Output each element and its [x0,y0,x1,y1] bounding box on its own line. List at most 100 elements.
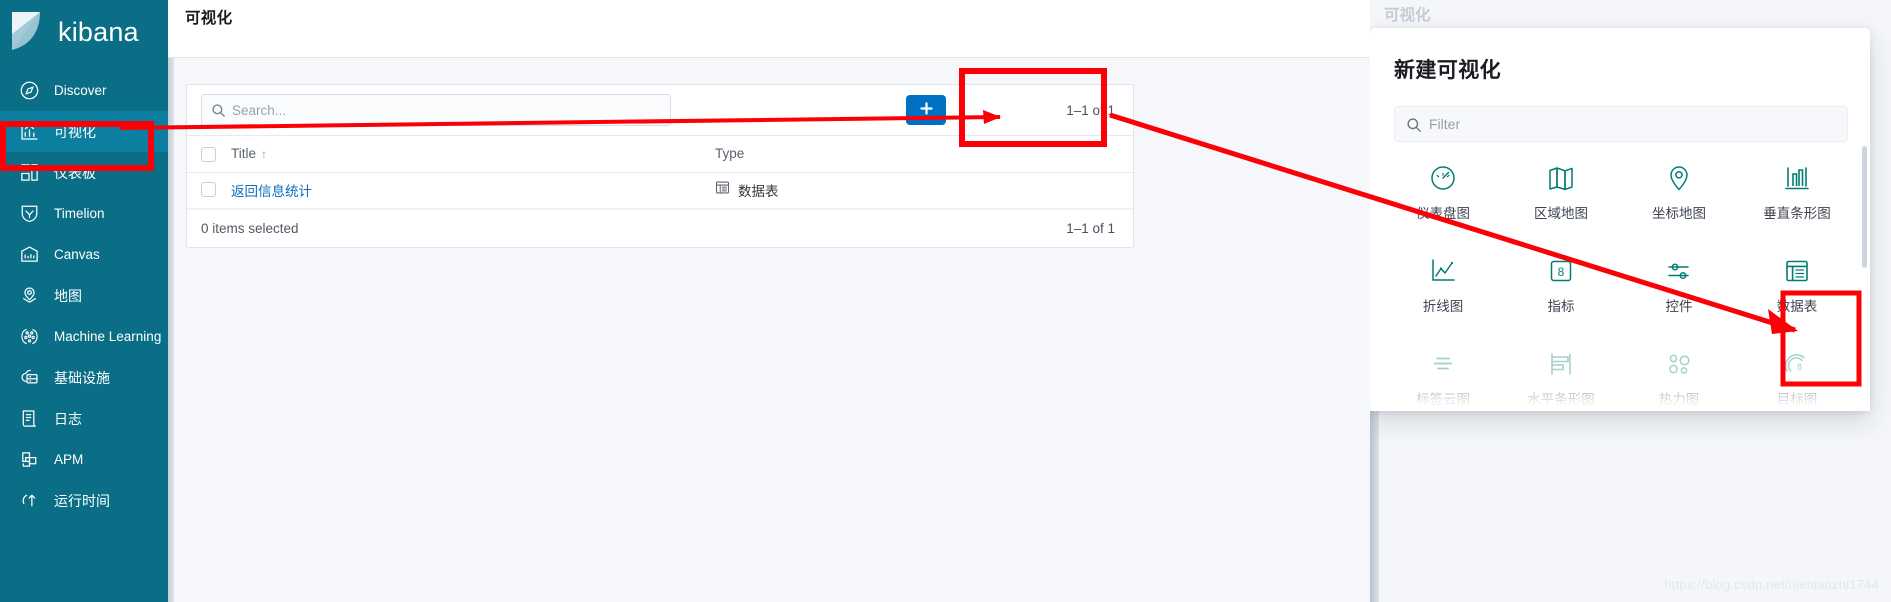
sidebar-item-label: 基础设施 [54,369,110,386]
sidebar-item-infrastructure[interactable]: 基础设施 [0,357,168,398]
heat-map-icon [1664,349,1694,379]
sidebar-item-apm[interactable]: APM [0,439,168,480]
column-header-title[interactable]: Title ↑ [231,136,715,173]
main-content: 可视化 Search... 1–1 of 1 Title ↑ Type 返回信息… [168,0,1370,602]
viz-type-tag-cloud[interactable]: 标签云图 [1384,332,1502,425]
viz-type-label: 仪表盘图 [1416,206,1470,221]
viz-type-label: 标签云图 [1416,392,1470,407]
viz-type-label: 数据表 [1776,299,1818,314]
viz-type-region-map[interactable]: 区域地图 [1502,146,1620,239]
viz-type-line-chart[interactable]: 折线图 [1384,239,1502,332]
search-icon [1406,117,1422,133]
search-box[interactable] [201,94,671,126]
line-chart-icon [1428,256,1458,286]
sidebar-item-discover[interactable]: Discover [0,70,168,111]
content-left-rail [168,58,174,602]
sidebar-item-label: Timelion [54,206,105,221]
modal-scrollbar[interactable] [1862,146,1867,268]
row-type-cell: 数据表 [715,172,1133,209]
brand[interactable]: kibana [0,0,168,64]
viz-type-label: 坐标地图 [1652,206,1706,221]
sidebar-item-label: Canvas [54,247,100,262]
table-body: 返回信息统计 数据表 [187,172,1133,209]
sidebar-item-logs[interactable]: 日志 [0,398,168,439]
data-table-icon [1782,256,1812,286]
content-body: 1–1 of 1 Title ↑ [168,57,1370,602]
viz-type-vertical-bar[interactable]: 垂直条形图 [1738,146,1856,239]
page-header: 可视化 [168,0,1370,57]
sidebar-item-uptime[interactable]: 运行时间 [0,480,168,521]
vertical-bar-icon [1782,163,1812,193]
data-table-icon [715,180,730,200]
viz-type-gauge[interactable]: 仪表盘图 [1384,146,1502,239]
viz-type-label: 指标 [1547,299,1575,314]
svg-text:8: 8 [1797,362,1802,372]
viz-type-label: 热力图 [1658,392,1700,407]
column-header-title-label: Title [231,146,257,162]
filter-box[interactable] [1394,106,1848,142]
tag-cloud-icon [1428,349,1458,379]
viz-type-label: 垂直条形图 [1763,206,1831,221]
footer-pagination: 1–1 of 1 [1066,220,1115,236]
table-header-row: Title ↑ Type [187,136,1133,173]
select-all-checkbox[interactable] [201,146,216,162]
row-title-link[interactable]: 返回信息统计 [231,184,312,199]
new-visualization-screen: 可视化 新建可视化 Filter 仪表盘图 区域地图 坐标地图 垂直条形图 折线… [1370,0,1891,602]
region-map-icon [1546,163,1576,193]
modal-title: 新建可视化 [1394,59,1501,82]
filter-input[interactable] [1429,116,1847,132]
visualize-chart-icon [18,121,40,143]
sidebar-item-label: 运行时间 [54,492,110,509]
sidebar-item-label: 地图 [54,287,82,304]
sidebar-item-machine-learning[interactable]: Machine Learning [0,316,168,357]
row-select-cell [187,172,231,209]
viz-type-data-table[interactable]: 数据表 [1738,239,1856,332]
maps-pin-layers-icon [18,285,40,307]
sidebar-item-label: Discover [54,83,107,98]
sidebar-item-label: 仪表板 [54,164,96,181]
viz-type-metric[interactable]: 8 指标 [1502,239,1620,332]
sidebar-item-visualize[interactable]: 可视化 [0,111,168,152]
kibana-logo-icon [10,12,48,52]
kibana-main-screen: kibana Discover 可视化 仪表板 Timelion Canvas … [0,0,1370,602]
select-all-cell [187,136,231,173]
sidebar-item-maps[interactable]: 地图 [0,275,168,316]
search-icon [211,103,226,118]
panel-footer: 0 items selected 1–1 of 1 [187,208,1133,247]
sidebar-item-label: 可视化 [54,123,96,140]
toolbar-pagination: 1–1 of 1 [1066,102,1115,118]
viz-type-horizontal-bar[interactable]: 水平条形图 [1502,332,1620,425]
new-visualization-modal: 新建可视化 Filter 仪表盘图 区域地图 坐标地图 垂直条形图 折线图 8 … [1370,28,1870,411]
controls-icon [1664,256,1694,286]
selection-status: 0 items selected [201,220,299,236]
visualizations-table: Title ↑ Type 返回信息统计 数据表 [187,136,1133,209]
sidebar-item-label: Machine Learning [54,329,162,344]
visualization-type-grid: 仪表盘图 区域地图 坐标地图 垂直条形图 折线图 8 指标 控件 数据表 标签云… [1370,146,1870,425]
plus-icon [920,101,933,119]
sidebar-item-label: 日志 [54,410,82,427]
search-input[interactable] [232,102,670,118]
row-title-cell: 返回信息统计 [231,172,715,209]
viz-type-goal[interactable]: 8 目标图 [1738,332,1856,425]
infrastructure-icon [18,367,40,389]
viz-type-heat-map[interactable]: 热力图 [1620,332,1738,425]
uptime-arrow-icon [18,490,40,512]
viz-type-label: 目标图 [1776,392,1818,407]
row-checkbox[interactable] [201,182,216,198]
sidebar-nav-list: Discover 可视化 仪表板 Timelion Canvas 地图 Mach… [0,70,168,521]
sidebar-item-canvas[interactable]: Canvas [0,234,168,275]
viz-type-coordinate-map[interactable]: 坐标地图 [1620,146,1738,239]
canvas-frame-icon [18,244,40,266]
apm-icon [18,449,40,471]
sidebar-item-label: APM [54,452,84,467]
viz-type-controls[interactable]: 控件 [1620,239,1738,332]
add-visualization-button[interactable] [906,95,947,125]
sidebar-item-dashboard[interactable]: 仪表板 [0,152,168,193]
column-header-type[interactable]: Type [715,136,1133,173]
sidebar-item-timelion[interactable]: Timelion [0,193,168,234]
table-row[interactable]: 返回信息统计 数据表 [187,172,1133,209]
horizontal-bar-icon [1546,349,1576,379]
gauge-icon [1428,163,1458,193]
brand-text: kibana [58,16,139,47]
viz-type-label: 水平条形图 [1527,392,1595,407]
